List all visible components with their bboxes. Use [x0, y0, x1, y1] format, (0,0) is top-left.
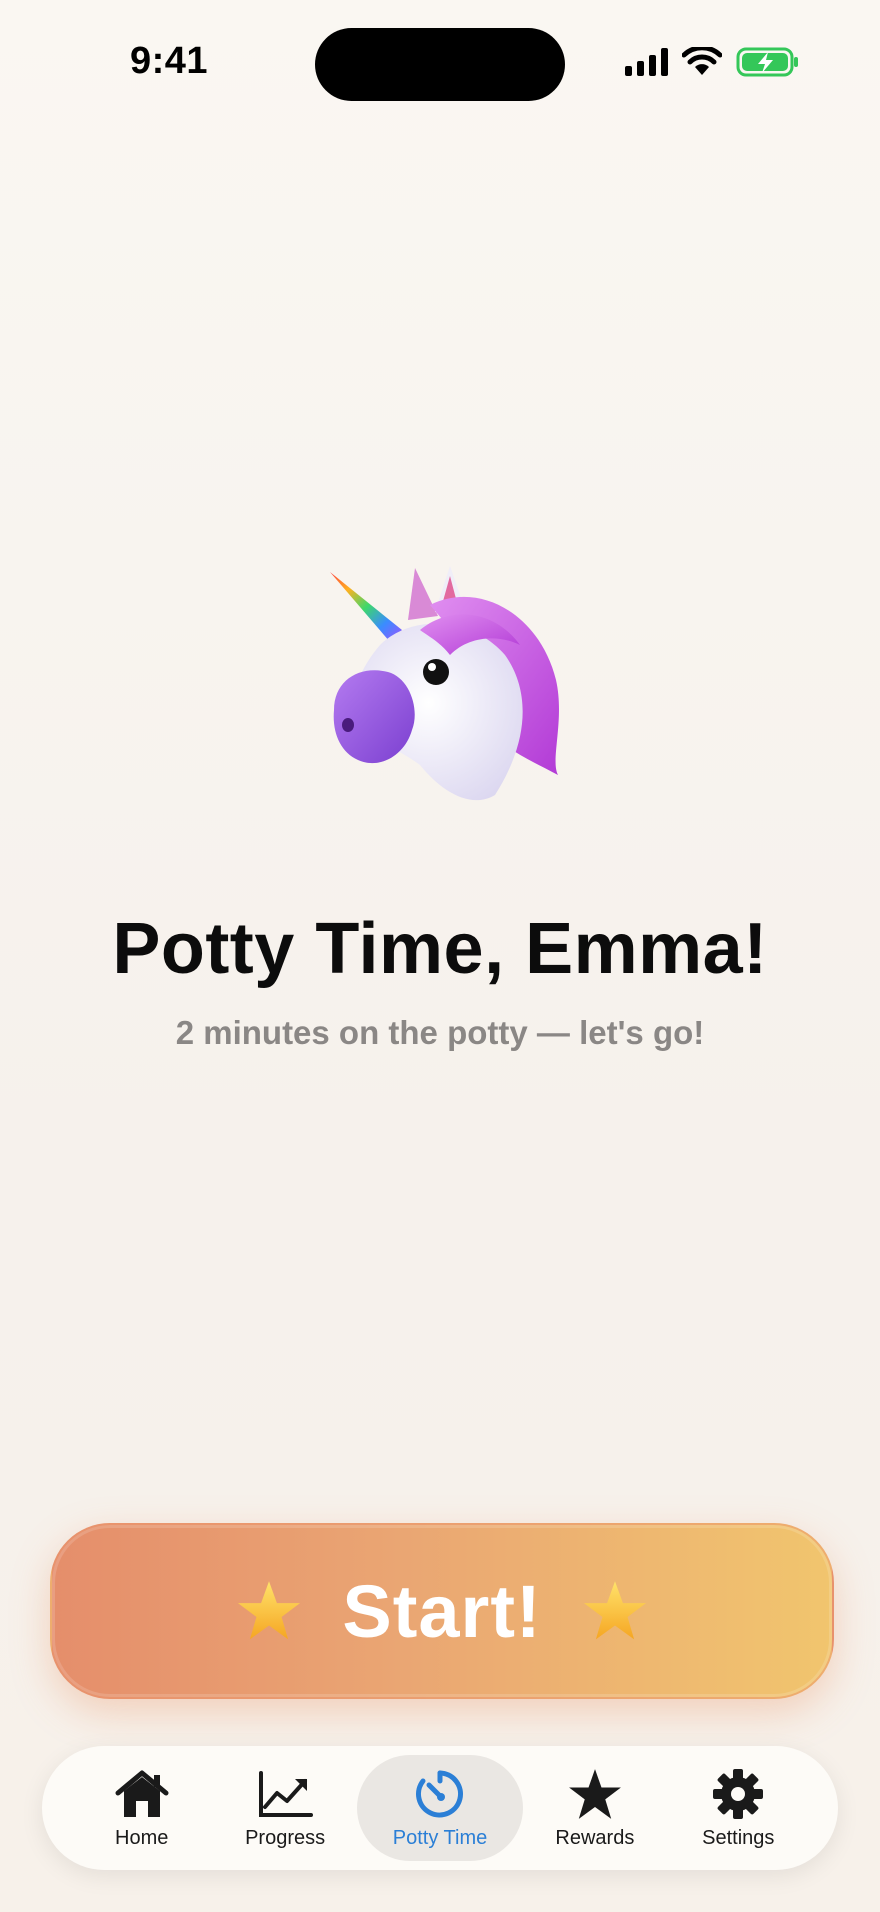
star-icon [567, 1767, 623, 1821]
tab-potty-time-label: Potty Time [392, 1826, 488, 1849]
start-button[interactable]: Start! [50, 1523, 834, 1699]
page-subtitle: 2 minutes on the potty — let's go! [175, 1014, 705, 1051]
tab-potty-time[interactable]: Potty Time [356, 1755, 524, 1861]
star-icon [238, 1581, 301, 1640]
tab-rewards-label: Rewards [555, 1826, 635, 1849]
status-icons [625, 46, 800, 78]
wifi-icon [682, 47, 722, 75]
battery-charging-icon [736, 47, 798, 77]
page-title: Potty Time, Emma! [112, 909, 768, 989]
tab-bar: Home Progress Potty Time Rewards Setting… [42, 1746, 838, 1870]
status-time: 9:41 [130, 40, 209, 82]
timer-icon [412, 1767, 468, 1821]
gear-icon [710, 1767, 766, 1821]
tab-settings[interactable]: Settings [667, 1755, 810, 1861]
cellular-signal-icon [625, 48, 668, 76]
chart-line-icon [257, 1767, 314, 1821]
potty-time-screen: 9:41 Potty Time, Emma! 2 minutes on the … [0, 0, 880, 1912]
tab-settings-label: Settings [702, 1826, 775, 1849]
tab-home-label: Home [115, 1826, 169, 1849]
house-icon [114, 1767, 170, 1821]
tab-progress[interactable]: Progress [213, 1755, 356, 1861]
tab-rewards[interactable]: Rewards [523, 1755, 666, 1861]
unicorn-icon [330, 566, 559, 801]
tab-progress-label: Progress [245, 1826, 326, 1849]
start-button-label: Start! [342, 1569, 542, 1653]
dynamic-island [315, 28, 565, 101]
star-icon [583, 1581, 646, 1640]
tab-home[interactable]: Home [70, 1755, 213, 1861]
